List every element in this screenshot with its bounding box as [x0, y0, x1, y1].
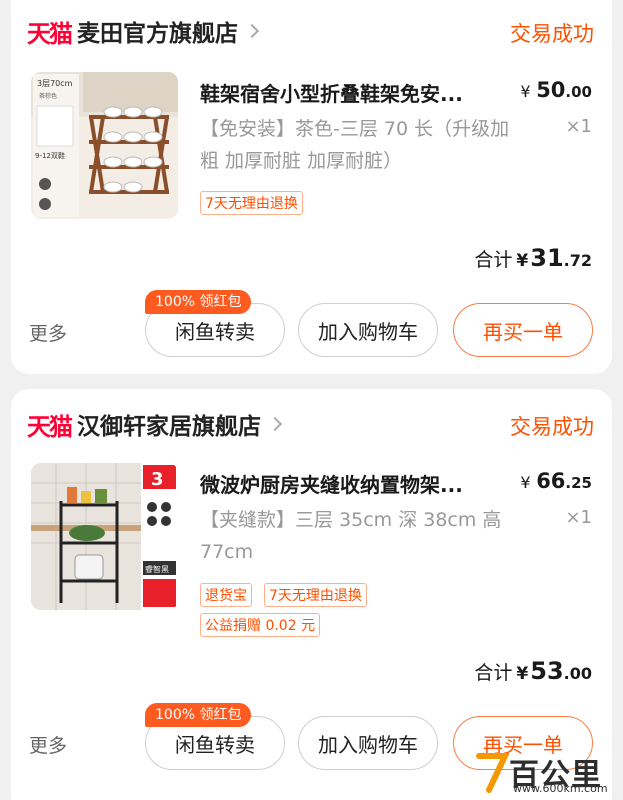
- return-policy-tag: 7天无理由退换: [264, 583, 367, 607]
- add-to-cart-button[interactable]: 加入购物车: [298, 303, 438, 357]
- price-integer: 66: [536, 469, 566, 493]
- tmall-logo: 天猫: [27, 19, 73, 48]
- tmall-logo: 天猫: [27, 412, 73, 441]
- total-decimal: .72: [563, 251, 592, 270]
- product-quantity: ×1: [565, 507, 592, 528]
- thumb-label-size: 3层70cm: [37, 79, 73, 88]
- product-price: ¥ 50.00: [520, 78, 592, 102]
- watermark-logo-icon: [476, 753, 509, 793]
- total-label: 合计: [474, 662, 513, 684]
- return-policy-tag: 7天无理由退换: [200, 191, 303, 215]
- return-insurance-tag: 退货宝: [200, 583, 252, 607]
- order-status: 交易成功: [510, 415, 594, 439]
- watermark-url: www.600km.com: [513, 782, 608, 795]
- product-thumbnail[interactable]: 3 睿智黑: [31, 463, 178, 610]
- product-thumbnail[interactable]: 3层70cm 茶棕色 9-12双鞋: [31, 72, 178, 219]
- more-button[interactable]: 更多: [29, 731, 67, 758]
- total-label: 合计: [474, 249, 513, 271]
- total-currency: ¥: [516, 664, 529, 684]
- product-quantity: ×1: [565, 116, 592, 137]
- add-to-cart-button[interactable]: 加入购物车: [298, 716, 438, 770]
- order-card: 天猫 麦田官方旗舰店 交易成功 3层70cm 茶棕色 9-12双鞋 鞋架宿舍小型…: [11, 0, 612, 374]
- total-currency: ¥: [516, 251, 529, 271]
- price-decimal: .00: [565, 83, 592, 101]
- watermark: 百公里 www.600km.com: [475, 750, 615, 796]
- order-total: 合计 ¥ 31.72: [474, 244, 592, 272]
- product-price: ¥ 66.25: [520, 469, 592, 493]
- total-integer: 31: [530, 244, 564, 272]
- product-spec: 【夹缝款】三层 35cm 深 38cm 高 77cm: [200, 509, 502, 563]
- thumb-label-color: 茶棕色: [39, 92, 57, 100]
- order-card: 天猫 汉御轩家居旗舰店 交易成功 3 睿智黑 微波炉厨房夹缝收纳置物架... ¥…: [11, 389, 612, 800]
- charity-tag: 公益捐赠 0.02 元: [200, 613, 321, 637]
- thumb-label-color: 睿智黑: [145, 564, 169, 574]
- order-total: 合计 ¥ 53.00: [474, 657, 592, 685]
- price-integer: 50: [536, 78, 566, 102]
- total-decimal: .00: [563, 664, 592, 683]
- store-name[interactable]: 汉御轩家居旗舰店: [77, 407, 261, 441]
- buy-again-button[interactable]: 再买一单: [453, 303, 593, 357]
- thumb-label-tiers: 3: [151, 469, 164, 490]
- red-packet-badge: 100% 领红包: [145, 703, 252, 727]
- chevron-right-icon: [244, 23, 260, 39]
- store-header[interactable]: 天猫 汉御轩家居旗舰店: [27, 407, 283, 441]
- price-decimal: .25: [565, 474, 592, 492]
- price-currency: ¥: [520, 473, 531, 492]
- product-title[interactable]: 鞋架宿舍小型折叠鞋架免安...: [200, 78, 500, 107]
- product-title[interactable]: 微波炉厨房夹缝收纳置物架...: [200, 469, 500, 498]
- more-button[interactable]: 更多: [29, 319, 67, 346]
- store-name[interactable]: 麦田官方旗舰店: [77, 14, 238, 48]
- chevron-right-icon: [267, 416, 283, 432]
- store-header[interactable]: 天猫 麦田官方旗舰店: [27, 14, 260, 48]
- thumb-label-capacity: 9-12双鞋: [35, 151, 65, 160]
- order-status: 交易成功: [510, 22, 594, 46]
- total-integer: 53: [530, 657, 564, 685]
- price-currency: ¥: [520, 82, 531, 101]
- red-packet-badge: 100% 领红包: [145, 290, 252, 314]
- product-spec: 【免安装】茶色-三层 70 长（升级加粗 加厚耐脏 加厚耐脏）: [200, 118, 510, 172]
